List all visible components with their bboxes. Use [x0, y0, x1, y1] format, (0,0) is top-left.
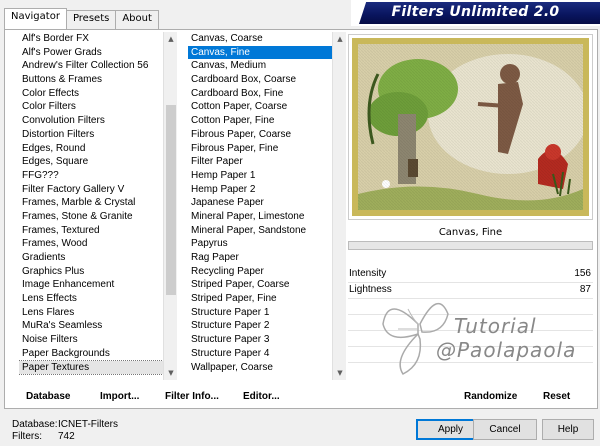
- list-item[interactable]: Frames, Stone & Granite: [19, 210, 163, 224]
- list-item[interactable]: Alf's Border FX: [19, 32, 163, 46]
- preview-image[interactable]: [352, 38, 589, 216]
- list-item[interactable]: Striped Paper, Fine: [188, 292, 332, 306]
- list-item[interactable]: Frames, Marble & Crystal: [19, 196, 163, 210]
- list-item[interactable]: Canvas, Medium: [188, 59, 332, 73]
- list-item[interactable]: Paper Textures: [19, 359, 164, 376]
- reset-button[interactable]: Reset: [543, 391, 570, 402]
- scroll-down-arrow-icon[interactable]: ▼: [164, 366, 177, 380]
- slider-label: Intensity: [349, 268, 387, 279]
- category-scroll-thumb[interactable]: [166, 104, 176, 295]
- filters-count: 742: [58, 431, 75, 442]
- database-value: ICNET-Filters: [58, 419, 118, 430]
- list-item[interactable]: Lens Flares: [19, 306, 163, 320]
- slider-divider: [348, 362, 593, 363]
- list-item[interactable]: Mineral Paper, Sandstone: [188, 224, 332, 238]
- database-button[interactable]: Database: [26, 391, 70, 402]
- slider-divider: [348, 298, 593, 299]
- tab-navigator[interactable]: Navigator: [4, 8, 67, 29]
- slider-value: 87: [579, 284, 591, 295]
- progress-bar: [348, 241, 593, 250]
- list-item[interactable]: Convolution Filters: [19, 114, 163, 128]
- banner-title: Filters Unlimited 2.0: [391, 4, 560, 20]
- list-item[interactable]: Frames, Textured: [19, 224, 163, 238]
- list-item[interactable]: Andrew's Filter Collection 56: [19, 59, 163, 73]
- filter-scrollbar[interactable]: ▲ ▼: [332, 32, 346, 380]
- slider-divider: [348, 330, 593, 331]
- category-list[interactable]: Alf's Border FX Alf's Power Grads Andrew's…: [19, 32, 177, 380]
- list-item[interactable]: Graphics Plus: [19, 265, 163, 279]
- database-label: Database:: [12, 419, 58, 430]
- list-item[interactable]: Color Effects: [19, 87, 163, 101]
- list-item[interactable]: Cardboard Box, Fine: [188, 87, 332, 101]
- slider-divider: [348, 346, 593, 347]
- slider-label: Lightness: [349, 284, 392, 295]
- slider-divider: [348, 314, 593, 315]
- list-item[interactable]: Recycling Paper: [188, 265, 332, 279]
- list-item[interactable]: Hemp Paper 1: [188, 169, 332, 183]
- preview-frame: [348, 34, 593, 220]
- scroll-up-arrow-icon[interactable]: ▲: [164, 32, 177, 46]
- list-item[interactable]: Lens Effects: [19, 292, 163, 306]
- filter-list[interactable]: Canvas, Coarse Canvas, Fine Canvas, Medium…: [188, 32, 346, 380]
- scroll-down-arrow-icon[interactable]: ▼: [333, 366, 346, 380]
- slider-divider: [348, 282, 593, 283]
- list-item[interactable]: MuRa's Seamless: [19, 319, 163, 333]
- list-item[interactable]: Structure Paper 2: [188, 319, 332, 333]
- list-item[interactable]: Gradients: [19, 251, 163, 265]
- list-item[interactable]: Edges, Round: [19, 142, 163, 156]
- list-item[interactable]: Cardboard Box, Coarse: [188, 73, 332, 87]
- slider-value: 156: [574, 268, 591, 279]
- list-item[interactable]: Rag Paper: [188, 251, 332, 265]
- list-item[interactable]: Structure Paper 1: [188, 306, 332, 320]
- slider-lightness[interactable]: Lightness 87: [348, 284, 593, 298]
- list-item[interactable]: Image Enhancement: [19, 278, 163, 292]
- list-item[interactable]: Fibrous Paper, Coarse: [188, 128, 332, 142]
- category-scrollbar[interactable]: ▲ ▼: [163, 32, 177, 380]
- filters-info: Filters: 742: [12, 431, 75, 442]
- list-item[interactable]: Mineral Paper, Limestone: [188, 210, 332, 224]
- import-button[interactable]: Import...: [100, 391, 139, 402]
- help-button[interactable]: Help: [542, 419, 594, 440]
- editor-button[interactable]: Editor...: [243, 391, 280, 402]
- slider-intensity[interactable]: Intensity 156: [348, 268, 593, 282]
- list-item[interactable]: Structure Paper 4: [188, 347, 332, 361]
- list-item[interactable]: Structure Paper 3: [188, 333, 332, 347]
- list-item[interactable]: Canvas, Coarse: [188, 32, 332, 46]
- list-item[interactable]: Filter Paper: [188, 155, 332, 169]
- filter-items: Canvas, Coarse Canvas, Fine Canvas, Medium…: [188, 32, 332, 374]
- cancel-button[interactable]: Cancel: [473, 419, 537, 440]
- filters-label: Filters:: [12, 431, 42, 442]
- list-item[interactable]: Papyrus: [188, 237, 332, 251]
- title-banner: Filters Unlimited 2.0: [351, 0, 600, 26]
- randomize-button[interactable]: Randomize: [464, 391, 517, 402]
- category-items: Alf's Border FX Alf's Power Grads Andrew's…: [19, 32, 164, 376]
- preview-artwork: [358, 44, 583, 210]
- database-info: Database:ICNET-Filters: [12, 419, 118, 430]
- scroll-up-arrow-icon[interactable]: ▲: [333, 32, 346, 46]
- list-item[interactable]: Edges, Square: [19, 155, 163, 169]
- list-item[interactable]: FFG???: [19, 169, 163, 183]
- tab-about[interactable]: About: [115, 10, 159, 29]
- list-item[interactable]: Cotton Paper, Fine: [188, 114, 332, 128]
- list-item[interactable]: Buttons & Frames: [19, 73, 163, 87]
- navigator-panel: Alf's Border FX Alf's Power Grads Andrew's…: [4, 29, 598, 409]
- list-item[interactable]: Paper Backgrounds: [19, 347, 163, 361]
- list-item[interactable]: Canvas, Fine: [188, 45, 332, 60]
- list-item[interactable]: Distortion Filters: [19, 128, 163, 142]
- list-item[interactable]: Hemp Paper 2: [188, 183, 332, 197]
- list-item[interactable]: Striped Paper, Coarse: [188, 278, 332, 292]
- list-item[interactable]: Filter Factory Gallery V: [19, 183, 163, 197]
- filter-info-button[interactable]: Filter Info...: [165, 391, 219, 402]
- list-item[interactable]: Fibrous Paper, Fine: [188, 142, 332, 156]
- list-item[interactable]: Wallpaper, Coarse: [188, 361, 332, 375]
- tab-strip: Navigator Presets About: [4, 8, 159, 29]
- list-item[interactable]: Japanese Paper: [188, 196, 332, 210]
- list-item[interactable]: Cotton Paper, Coarse: [188, 100, 332, 114]
- preview-caption: Canvas, Fine: [438, 227, 503, 238]
- list-item[interactable]: Noise Filters: [19, 333, 163, 347]
- tab-presets[interactable]: Presets: [65, 10, 117, 29]
- list-item[interactable]: Frames, Wood: [19, 237, 163, 251]
- list-item[interactable]: Alf's Power Grads: [19, 46, 163, 60]
- list-item[interactable]: Color Filters: [19, 100, 163, 114]
